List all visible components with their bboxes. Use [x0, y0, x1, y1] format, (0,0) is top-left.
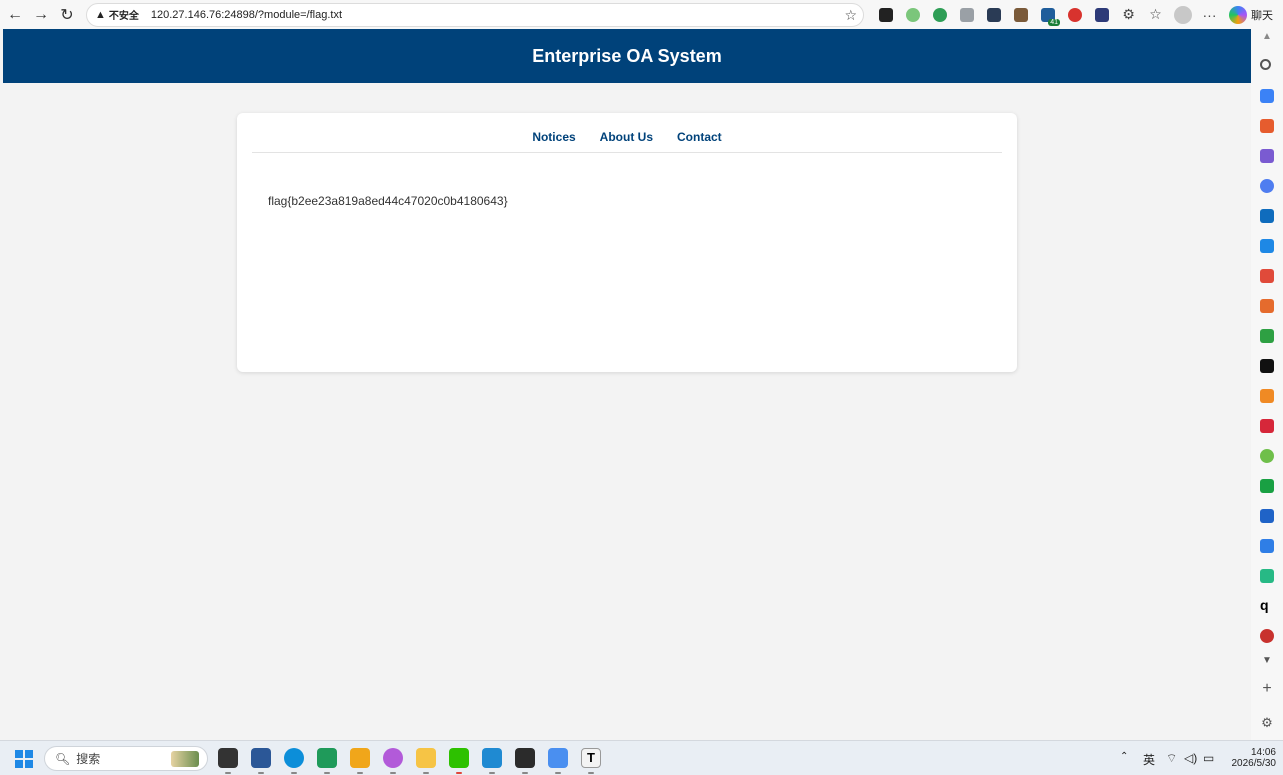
sidebar-box-icon[interactable] [1260, 389, 1274, 403]
scroll-up-icon[interactable]: ▲ [1259, 31, 1275, 42]
browser-sidebar: ▲ ▼ + ⚙ q [1251, 29, 1283, 740]
wechat-app-icon[interactable] [449, 748, 469, 768]
chat-label: 聊天 [1251, 9, 1273, 22]
sidebar-c-icon[interactable] [1260, 299, 1274, 313]
terminal-app-icon[interactable] [515, 748, 535, 768]
sidebar-paper-icon[interactable] [1260, 509, 1274, 523]
reload-icon[interactable]: ↻ [54, 2, 80, 28]
sidebar-c-green-icon[interactable] [1260, 569, 1274, 583]
sidebar-outlook-icon[interactable] [1260, 209, 1274, 223]
search-highlight-image [171, 751, 199, 767]
extension-bar: 41 [872, 3, 1115, 27]
search-icon: 🔍︎ [55, 751, 71, 766]
settings-icon[interactable]: ⚙ [1259, 715, 1275, 731]
extensions-puzzle-icon[interactable]: ⚙ [1115, 3, 1142, 27]
copilot-icon [1229, 5, 1247, 24]
running-indicator [357, 772, 363, 774]
network-app-icon[interactable] [548, 748, 568, 768]
profile-avatar[interactable] [1169, 3, 1196, 27]
ime-indicator[interactable]: 英 [1143, 751, 1155, 768]
cat-app-icon[interactable] [383, 748, 403, 768]
translate-extension-icon[interactable]: 41 [1034, 3, 1061, 27]
grid-extension-icon[interactable] [1088, 3, 1115, 27]
nav-link-contact[interactable]: Contact [677, 130, 722, 144]
file-app-icon[interactable] [218, 748, 238, 768]
sidebar-tag-icon[interactable] [1260, 89, 1274, 103]
running-indicator [225, 772, 231, 774]
security-warning[interactable]: 不安全 [109, 7, 139, 22]
nav-link-notices[interactable]: Notices [532, 130, 575, 144]
sidebar-grid-red-icon[interactable] [1260, 419, 1274, 433]
excel-app-icon[interactable] [317, 748, 337, 768]
site-title: Enterprise OA System [532, 45, 722, 66]
running-indicator [390, 772, 396, 774]
sidebar-send-icon[interactable] [1260, 239, 1274, 253]
vscode-app-icon[interactable] [482, 748, 502, 768]
sidebar-copilot-icon[interactable] [1260, 179, 1274, 193]
box-app-icon[interactable] [350, 748, 370, 768]
running-indicator [324, 772, 330, 774]
folder-app-icon[interactable] [416, 748, 436, 768]
clock-time: 14:06 [1250, 747, 1276, 758]
target-extension-icon[interactable] [1061, 3, 1088, 27]
rss-extension-icon[interactable] [926, 3, 953, 27]
sidebar-bar-icon[interactable] [1260, 329, 1274, 343]
url-text[interactable]: 120.27.146.76:24898/?module=/flag.txt [151, 9, 342, 21]
clock[interactable]: 14:06 2026/5/30 [1226, 747, 1277, 769]
sidebar-briefcase-icon[interactable] [1260, 119, 1274, 133]
sidebar-pdf-icon[interactable] [1260, 269, 1274, 283]
sidebar-chess-icon[interactable] [1260, 149, 1274, 163]
content-card: Notices About Us Contact flag{b2ee23a819… [237, 113, 1017, 372]
more-menu-icon[interactable]: ··· [1196, 3, 1223, 27]
sidebar-ball-icon[interactable] [1260, 629, 1274, 643]
site-nav: Notices About Us Contact [252, 113, 1002, 153]
edge-app-icon[interactable] [284, 748, 304, 768]
volume-icon[interactable]: ◁) [1184, 751, 1197, 765]
warning-icon: ▲ [95, 8, 106, 21]
running-indicator [555, 772, 561, 774]
address-bar[interactable]: ▲ 不安全 120.27.146.76:24898/?module=/flag.… [86, 2, 864, 27]
add-icon[interactable]: + [1259, 680, 1275, 698]
favorite-star-icon[interactable]: ☆ [844, 7, 857, 24]
ring-extension-icon[interactable] [899, 3, 926, 27]
running-indicator [291, 772, 297, 774]
wifi-icon[interactable]: ⌔ [1166, 751, 1177, 766]
reader-extension-icon[interactable] [953, 3, 980, 27]
dark-extension-icon[interactable] [980, 3, 1007, 27]
running-indicator [522, 772, 528, 774]
sidebar-cube-icon[interactable] [1260, 539, 1274, 553]
clock-date: 2026/5/30 [1231, 758, 1277, 769]
taskbar-search[interactable]: 🔍︎ 搜索 [44, 746, 208, 771]
copilot-chat-button[interactable]: 聊天 [1229, 5, 1273, 24]
site-header: Enterprise OA System [3, 29, 1251, 83]
running-indicator [588, 772, 594, 774]
edit-app-icon[interactable] [251, 748, 271, 768]
tray-expand-icon[interactable]: ⌃ [1120, 751, 1128, 762]
nav-link-about-us[interactable]: About Us [600, 130, 653, 144]
back-icon[interactable]: ← [2, 2, 28, 28]
battery-icon[interactable]: ▭ [1203, 751, 1214, 765]
sidebar-y-icon[interactable] [1260, 479, 1274, 493]
search-placeholder: 搜索 [76, 752, 101, 766]
running-indicator [423, 772, 429, 774]
typora-app-icon[interactable]: T [581, 748, 601, 768]
page-viewport: Enterprise OA System Notices About Us Co… [3, 29, 1251, 740]
module-content: flag{b2ee23a819a8ed44c47020c0b4180643} [268, 194, 508, 208]
extension-badge: 41 [1048, 18, 1060, 26]
windows-start-icon[interactable] [15, 750, 33, 768]
sidebar-search-icon[interactable] [1260, 59, 1271, 70]
favorites-list-icon[interactable]: ☆ [1142, 3, 1169, 27]
running-indicator [489, 772, 495, 774]
browser-toolbar: ← → ↻ ▲ 不安全 120.27.146.76:24898/?module=… [0, 0, 1283, 29]
scroll-down-icon[interactable]: ▼ [1259, 655, 1275, 666]
bookmark-extension-icon[interactable] [872, 3, 899, 27]
sidebar-q-icon[interactable]: q [1260, 598, 1274, 613]
running-indicator [258, 772, 264, 774]
sidebar-circle-green-icon[interactable] [1260, 449, 1274, 463]
sidebar-shield-icon[interactable] [1260, 359, 1274, 373]
running-indicator [456, 772, 462, 774]
taskbar: 🔍︎ 搜索 ⌃ 英 ⌔ ◁) ▭ 14:06 2026/5/30 T [0, 740, 1283, 775]
image-extension-icon[interactable] [1007, 3, 1034, 27]
forward-icon[interactable]: → [28, 2, 54, 28]
